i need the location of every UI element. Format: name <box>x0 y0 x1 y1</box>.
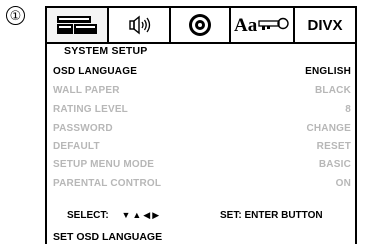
setup-tab-bar: Aa DIVX <box>45 6 357 44</box>
speaker-audio-icon <box>129 15 151 35</box>
tab-general-setup[interactable] <box>47 8 109 42</box>
tab-system-setup[interactable]: Aa <box>231 8 295 42</box>
figure-number: ① <box>6 6 25 25</box>
menu-item-label: PARENTAL CONTROL <box>53 177 162 189</box>
menu-item-parental-control[interactable]: PARENTAL CONTROL ON <box>53 176 351 190</box>
divx-logo-icon: DIVX <box>307 17 342 34</box>
tab-language-glyph: Aa <box>234 15 258 36</box>
menu-item-wall-paper[interactable]: WALL PAPER BLACK <box>53 83 351 97</box>
set-instruction: SET: ENTER BUTTON <box>220 210 323 221</box>
menu-item-label: RATING LEVEL <box>53 103 128 115</box>
menu-item-password[interactable]: PASSWORD CHANGE <box>53 121 351 135</box>
divx-logo-text: DIVX <box>307 17 342 34</box>
menu-item-label: SETUP MENU MODE <box>53 158 155 170</box>
select-instruction: SELECT: ▼▲◀▶ <box>67 210 161 221</box>
menu-item-value: BLACK <box>315 84 351 96</box>
tab-divx-setup[interactable]: DIVX <box>295 8 355 42</box>
language-key-icon: Aa <box>234 15 289 36</box>
menu-item-label: PASSWORD <box>53 122 113 134</box>
menu-item-value: CHANGE <box>306 122 351 134</box>
menu-item-value: 8 <box>345 103 351 115</box>
setup-screen-icon <box>57 16 97 34</box>
menu-item-label: OSD LANGUAGE <box>53 65 138 77</box>
menu-item-default[interactable]: DEFAULT RESET <box>53 139 351 153</box>
menu-item-rating-level[interactable]: RATING LEVEL 8 <box>53 102 351 116</box>
menu-item-value: RESET <box>316 140 351 152</box>
menu-item-setup-menu-mode[interactable]: SETUP MENU MODE BASIC <box>53 157 351 171</box>
menu-item-osd-language[interactable]: OSD LANGUAGE ENGLISH <box>53 64 351 78</box>
status-hint: SET OSD LANGUAGE <box>53 231 163 243</box>
select-label: SELECT: <box>67 210 109 221</box>
navigation-arrows-icon: ▼▲◀▶ <box>121 210 162 220</box>
menu-item-value: ENGLISH <box>305 65 351 77</box>
disc-icon <box>189 14 211 36</box>
tab-audio-setup[interactable] <box>109 8 171 42</box>
menu-item-value: ON <box>335 177 351 189</box>
menu-title: SYSTEM SETUP <box>64 45 148 57</box>
menu-item-label: DEFAULT <box>53 140 100 152</box>
menu-item-value: BASIC <box>318 158 351 170</box>
menu-item-label: WALL PAPER <box>53 84 120 96</box>
tab-video-setup[interactable] <box>171 8 231 42</box>
